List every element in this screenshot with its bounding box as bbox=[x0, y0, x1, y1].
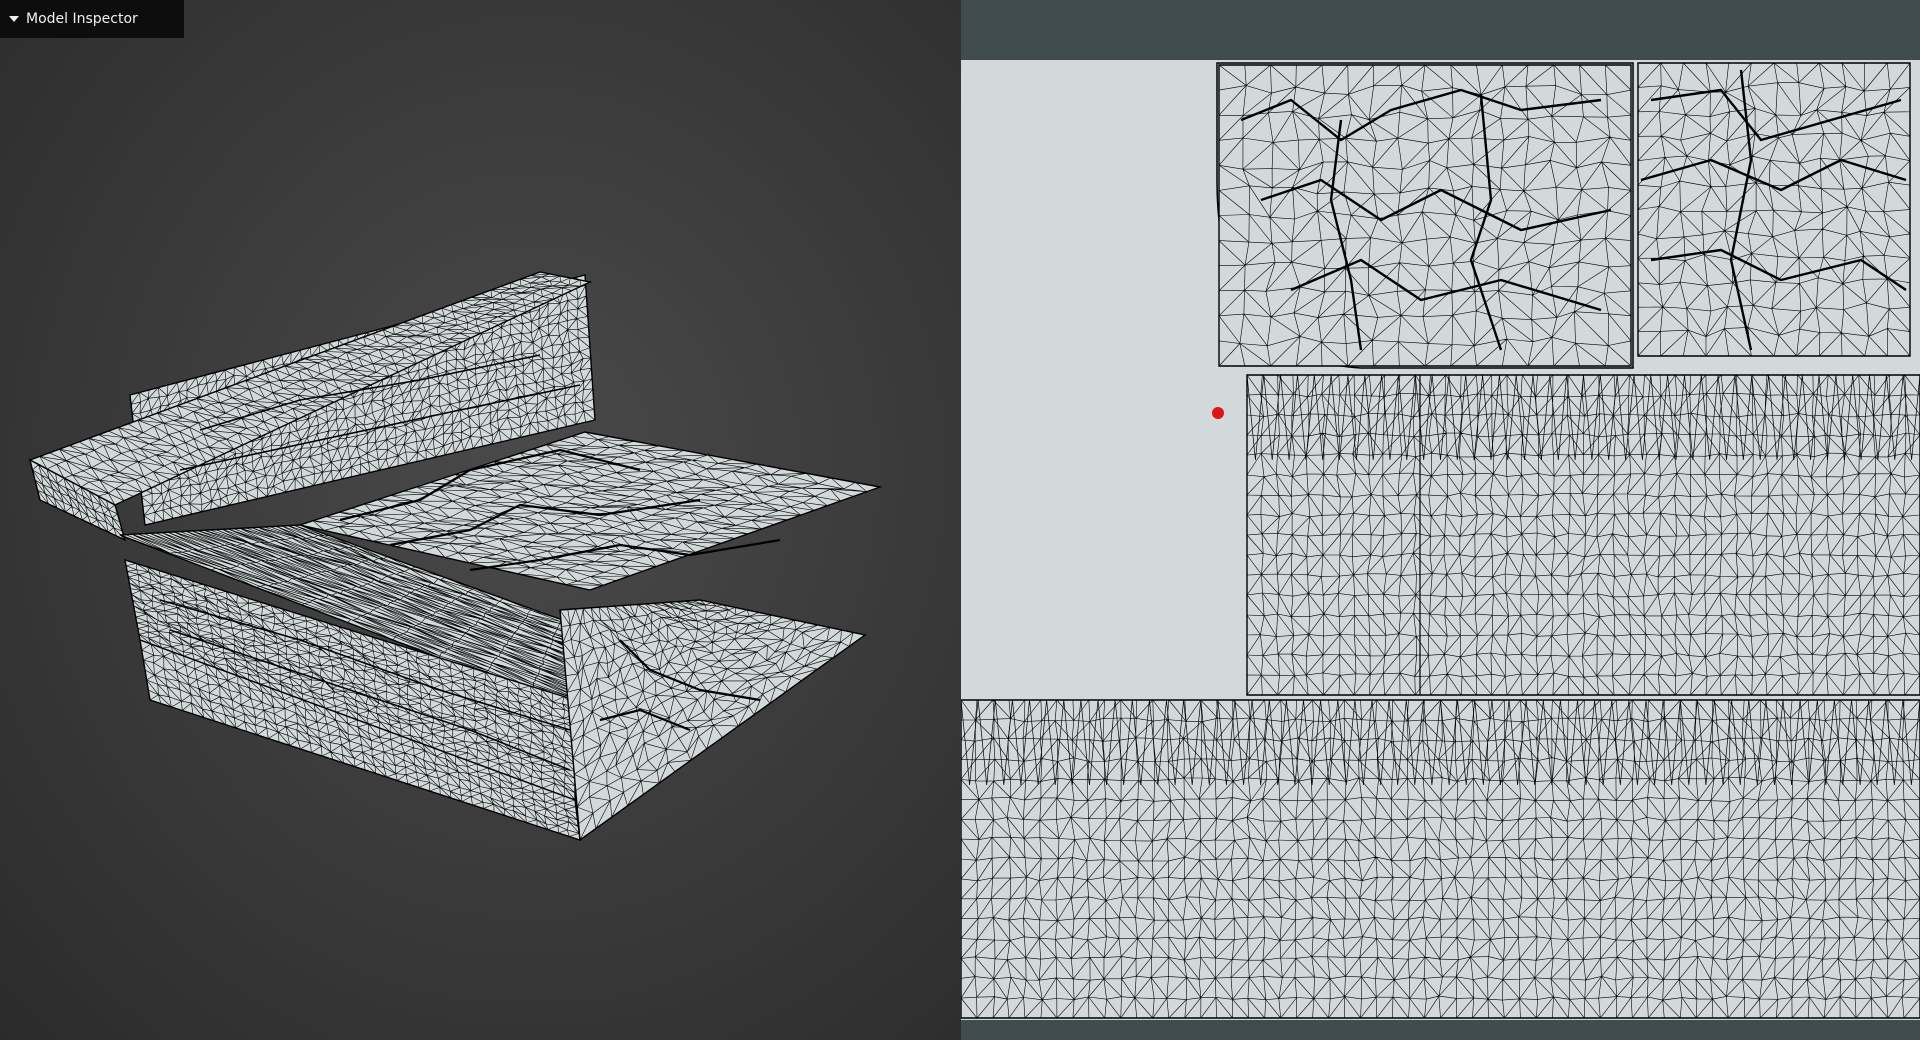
model-inspector-toggle[interactable]: Model Inspector bbox=[0, 0, 184, 38]
uv-island-1-mesh bbox=[1218, 64, 1632, 367]
triangle-down-icon bbox=[9, 16, 19, 22]
uv-island-wall-upper bbox=[1246, 374, 1920, 696]
model-inspector-title: Model Inspector bbox=[26, 11, 138, 27]
uv-cursor-dot-icon[interactable] bbox=[1212, 407, 1224, 419]
uv-layout[interactable] bbox=[961, 0, 1920, 1040]
uv-editor-panel[interactable] bbox=[961, 0, 1920, 1040]
uv-island-3-mesh bbox=[1246, 374, 1920, 696]
uv-island-4-mesh bbox=[961, 699, 1920, 1019]
uv-island-cobblestone-curved bbox=[1216, 62, 1634, 369]
uv-island-cobblestone-square bbox=[1637, 62, 1911, 357]
lower-tread bbox=[559, 599, 867, 842]
3d-viewport[interactable] bbox=[0, 0, 961, 1040]
wireframe-mesh[interactable] bbox=[0, 0, 961, 1040]
uv-island-2-mesh bbox=[1637, 62, 1911, 357]
uv-island-wall-lower bbox=[961, 699, 1920, 1019]
